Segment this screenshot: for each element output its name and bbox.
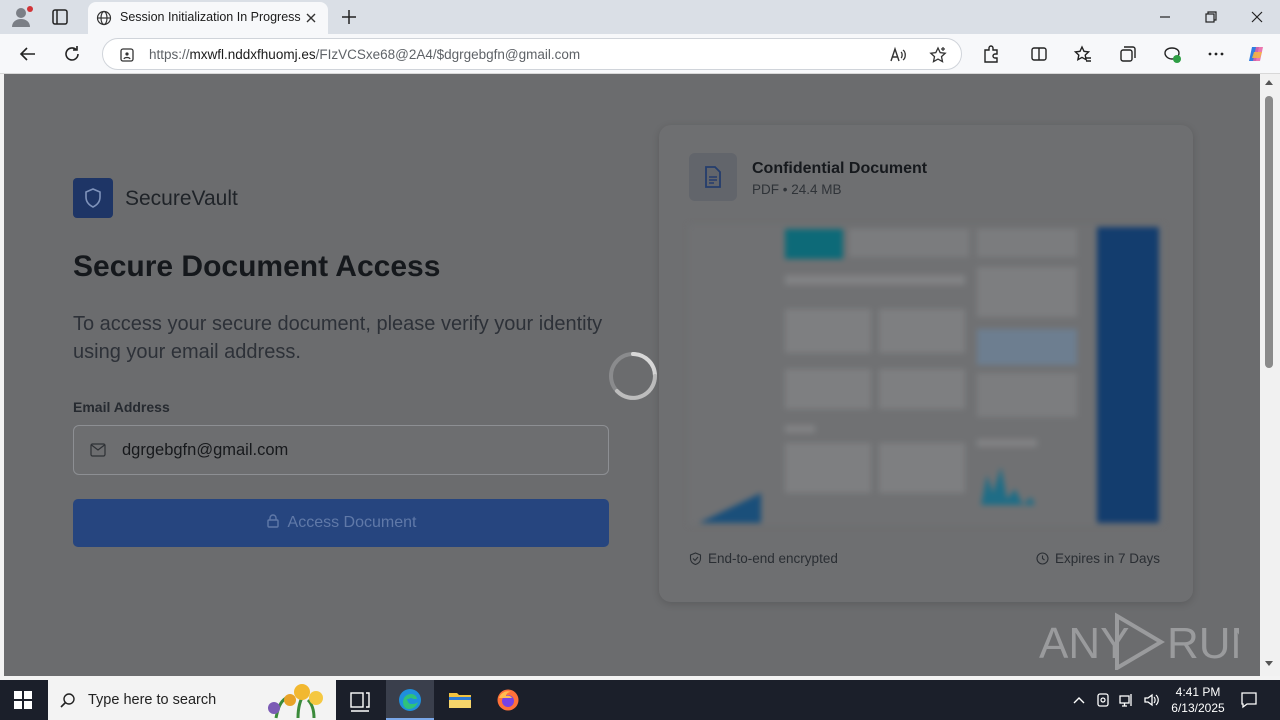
clock-time: 4:41 PM (1175, 685, 1221, 699)
tab-actions-icon[interactable] (50, 7, 70, 27)
encrypted-note: End-to-end encrypted (689, 551, 838, 566)
search-placeholder: Type here to search (88, 692, 217, 708)
restore-icon[interactable] (1201, 7, 1221, 27)
document-icon-box (689, 153, 737, 201)
search-icon (60, 693, 75, 708)
page-scrollbar[interactable] (1260, 74, 1280, 676)
device-icon[interactable] (1095, 692, 1111, 708)
volume-icon[interactable] (1143, 692, 1159, 708)
access-document-label: Access Document (287, 514, 417, 531)
shield-icon (85, 188, 101, 208)
clock-date: 6/13/2025 (1171, 701, 1225, 715)
taskbar-search-box[interactable]: Type here to search (48, 680, 336, 720)
notifications-icon[interactable] (1240, 691, 1258, 709)
watermark-text-run: RUN (1167, 619, 1239, 668)
network-icon[interactable] (1119, 692, 1135, 708)
expiry-note: Expires in 7 Days (1036, 551, 1160, 566)
brand-logo (73, 178, 113, 218)
document-meta: PDF • 24.4 MB (752, 182, 842, 197)
minimize-icon[interactable] (1155, 7, 1175, 27)
address-bar[interactable]: https://mxwfl.nddxfhuomj.es/FIzVCSxe68@2… (102, 38, 962, 70)
read-aloud-icon[interactable] (889, 46, 907, 64)
loading-spinner-icon (609, 352, 657, 400)
browser-toolbar: https://mxwfl.nddxfhuomj.es/FIzVCSxe68@2… (0, 34, 1280, 74)
email-value: dgrgebgfn@gmail.com (122, 441, 289, 459)
back-icon[interactable] (18, 44, 38, 64)
task-view-icon[interactable] (336, 680, 384, 720)
split-screen-icon[interactable] (1029, 44, 1049, 64)
encrypted-label: End-to-end encrypted (708, 551, 838, 566)
favorites-icon[interactable] (1073, 44, 1093, 64)
blurred-preview-image (689, 225, 1163, 525)
close-tab-icon[interactable] (304, 11, 318, 25)
document-icon (705, 166, 721, 188)
scroll-up-icon[interactable] (1264, 78, 1274, 86)
firefox-icon (497, 689, 519, 711)
document-title: Confidential Document (752, 160, 928, 177)
show-hidden-icons-icon[interactable] (1071, 692, 1087, 708)
windows-start-icon[interactable] (14, 691, 32, 709)
shield-check-icon (689, 552, 702, 565)
windows-taskbar: Type here to search 4:41 PM 6/13/2025 (0, 680, 1280, 720)
taskbar-edge[interactable] (386, 680, 434, 720)
scroll-down-icon[interactable] (1264, 660, 1274, 668)
edge-browser-icon (399, 689, 421, 711)
more-menu-icon[interactable] (1206, 44, 1226, 64)
globe-icon (96, 10, 112, 26)
profile-icon[interactable] (10, 6, 34, 28)
brand-name: SecureVault (125, 187, 238, 210)
browser-essentials-icon[interactable] (1162, 44, 1182, 64)
refresh-icon[interactable] (62, 44, 82, 64)
search-highlight-flowers-icon (268, 684, 323, 719)
anyrun-watermark: ANY RUN (1039, 612, 1239, 670)
tab-active[interactable]: Session Initialization In Progress (88, 2, 328, 34)
email-label: Email Address (73, 399, 170, 415)
clock-icon (1036, 552, 1049, 565)
email-field[interactable]: dgrgebgfn@gmail.com (73, 425, 609, 475)
system-clock[interactable]: 4:41 PM 6/13/2025 (1168, 684, 1228, 716)
collections-icon[interactable] (1118, 44, 1138, 64)
scrollbar-thumb[interactable] (1265, 96, 1273, 368)
favorite-star-icon[interactable] (929, 46, 947, 64)
taskbar-firefox[interactable] (484, 680, 532, 720)
expires-label: Expires in 7 Days (1055, 551, 1161, 566)
mail-icon (90, 443, 106, 457)
page-content: SecureVault Secure Document Access To ac… (4, 74, 1260, 676)
document-card: Confidential Document PDF • 24.4 MB End-… (659, 125, 1193, 602)
folder-icon (449, 693, 471, 708)
browser-tab-strip: Session Initialization In Progress (0, 0, 1280, 34)
taskbar-file-explorer[interactable] (436, 680, 484, 720)
page-description: To access your secure document, please v… (73, 313, 603, 363)
close-window-icon[interactable] (1247, 7, 1267, 27)
lock-icon (266, 514, 279, 528)
page-title: Secure Document Access (73, 250, 441, 283)
tab-title: Session Initialization In Progress (120, 10, 301, 24)
extensions-icon[interactable] (981, 44, 1001, 64)
url-text: https://mxwfl.nddxfhuomj.es/FIzVCSxe68@2… (149, 47, 581, 62)
site-info-icon[interactable] (119, 47, 135, 63)
new-tab-icon[interactable] (340, 8, 358, 26)
access-document-button[interactable]: Access Document (73, 499, 609, 547)
copilot-icon[interactable] (1247, 44, 1267, 64)
document-preview (689, 225, 1163, 525)
